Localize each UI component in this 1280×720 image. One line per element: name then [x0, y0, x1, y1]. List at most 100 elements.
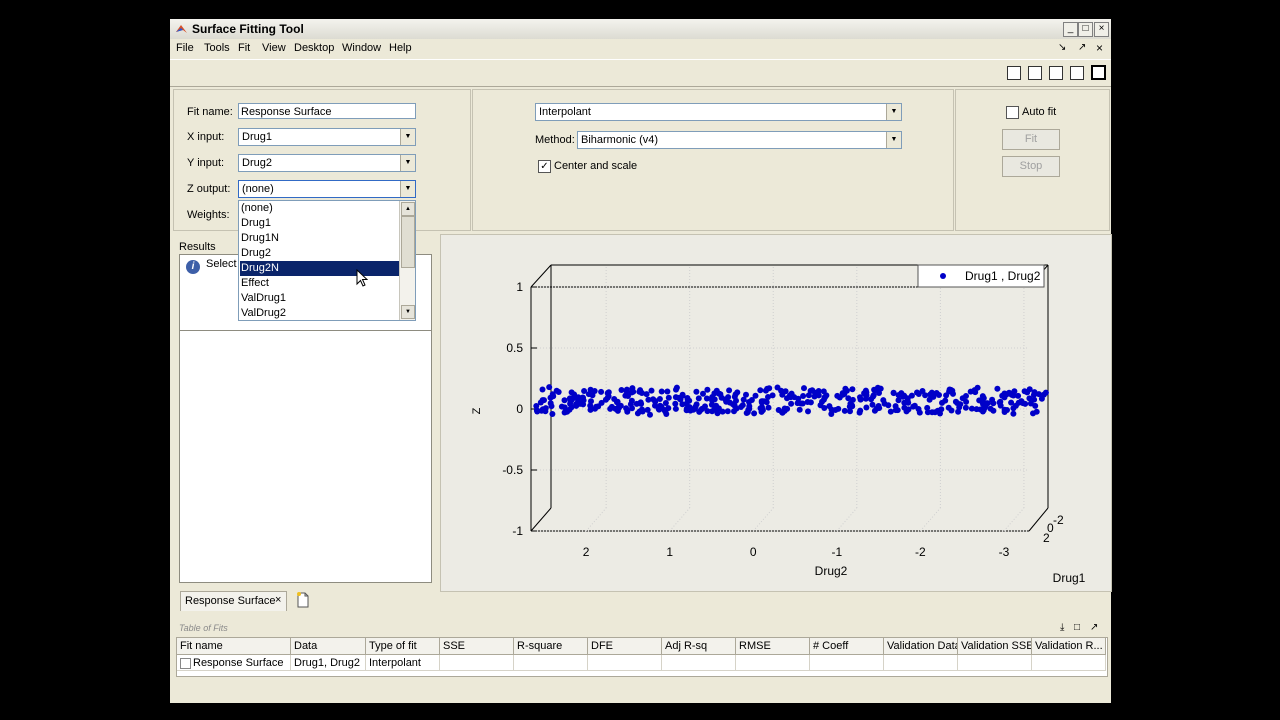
dropdown-option[interactable]: (none)	[240, 201, 401, 216]
auto-fit-checkbox[interactable]	[1006, 106, 1019, 119]
scatter-point	[1032, 402, 1039, 409]
x-tick-label: 2	[583, 545, 590, 559]
scatter-point	[788, 400, 795, 407]
chevron-down-icon[interactable]: ▼	[400, 155, 415, 171]
menu-help[interactable]: Help	[389, 42, 412, 54]
legend-marker	[940, 273, 946, 279]
center-scale-checkbox[interactable]: ✓	[538, 160, 551, 173]
scatter-point	[726, 387, 733, 394]
menu-fit[interactable]: Fit	[238, 42, 250, 54]
table-undock-icon[interactable]: ↗	[1090, 622, 1098, 633]
chevron-down-icon[interactable]: ▼	[886, 104, 901, 120]
scatter-point	[588, 398, 594, 405]
scatter-point	[915, 406, 922, 412]
scatter-point	[849, 396, 856, 403]
z-output-dropdown-list[interactable]: (none) Drug1 Drug1N Drug2 Drug2N Effect …	[238, 200, 416, 321]
column-header[interactable]: Validation SSE	[958, 638, 1032, 655]
fit-name-input[interactable]: Response Surface	[238, 103, 416, 119]
z-tick-label: -0.5	[502, 463, 523, 477]
tab-response-surface[interactable]: Response Surface ×	[180, 591, 287, 611]
scatter-point	[550, 393, 557, 400]
dropdown-scrollbar[interactable]: ▲ ▼	[399, 201, 415, 320]
chevron-down-icon[interactable]: ▼	[886, 132, 901, 148]
menu-tools[interactable]: Tools	[204, 42, 230, 54]
scatter-point	[959, 395, 966, 402]
stop-button[interactable]: Stop	[1002, 156, 1060, 177]
scatter-point	[553, 387, 560, 394]
scroll-up-icon[interactable]: ▲	[401, 202, 415, 216]
legend[interactable]: Drug1 , Drug2	[917, 264, 1045, 288]
method-select[interactable]: Biharmonic (v4) ▼	[577, 131, 902, 149]
scatter-point	[734, 389, 741, 396]
maximize-button[interactable]: □	[1078, 22, 1093, 37]
fit-type-select[interactable]: Interpolant ▼	[535, 103, 902, 121]
scatter-point	[636, 408, 643, 415]
scatter-plot-3d[interactable]: 1 0.5 0 -0.5 -1 2 1 0 -1 -2 -3 -202 Z Drug2 Drug1…	[441, 235, 1111, 591]
tile-grid-icon[interactable]	[1007, 66, 1021, 80]
fit-button[interactable]: Fit	[1002, 129, 1060, 150]
title-bar[interactable]: Surface Fitting Tool _ □ ×	[170, 19, 1111, 40]
column-header[interactable]: R-square	[514, 638, 588, 655]
scatter-point	[908, 392, 915, 399]
column-header[interactable]: Validation R...	[1032, 638, 1106, 655]
dropdown-option[interactable]: ValDrug2	[240, 306, 401, 321]
scatter-point	[900, 393, 906, 400]
scatter-point	[919, 388, 926, 394]
scatter-point	[796, 406, 803, 413]
z-output-select[interactable]: (none) ▼	[238, 180, 416, 198]
column-header[interactable]: Adj R-sq	[662, 638, 736, 655]
column-header[interactable]: Validation Data	[884, 638, 958, 655]
scatter-point	[675, 394, 682, 401]
column-header[interactable]: Type of fit	[366, 638, 440, 655]
column-header[interactable]: SSE	[440, 638, 514, 655]
chevron-down-icon[interactable]: ▼	[400, 181, 415, 197]
scatter-point	[625, 393, 631, 399]
menu-file[interactable]: File	[176, 42, 194, 54]
tab-close-icon[interactable]: ×	[275, 594, 281, 606]
new-fit-icon[interactable]	[296, 592, 310, 608]
scatter-point	[807, 399, 814, 406]
column-header[interactable]: Fit name	[177, 638, 291, 655]
dropdown-option[interactable]: Drug1N	[240, 231, 401, 246]
menu-view[interactable]: View	[262, 42, 286, 54]
dropdown-option-highlighted[interactable]: Drug2N	[240, 261, 401, 276]
tile-rows-icon[interactable]	[1049, 66, 1063, 80]
table-maximize-icon[interactable]: □	[1074, 622, 1080, 633]
menu-close-icon[interactable]: ×	[1096, 41, 1103, 55]
y-input-select[interactable]: Drug2 ▼	[238, 154, 416, 172]
menu-desktop[interactable]: Desktop	[294, 42, 334, 54]
minimize-button[interactable]: _	[1063, 22, 1078, 37]
dock-arrow-icon[interactable]: ↘	[1058, 42, 1066, 53]
scatter-point	[733, 397, 739, 404]
scatter-point	[887, 408, 894, 415]
column-header[interactable]: # Coeff	[810, 638, 884, 655]
x-input-select[interactable]: Drug1 ▼	[238, 128, 416, 146]
scatter-point	[629, 405, 635, 412]
column-header[interactable]: Data	[291, 638, 366, 655]
column-header[interactable]: DFE	[588, 638, 662, 655]
dropdown-option[interactable]: Drug2	[240, 246, 401, 261]
scatter-point	[616, 403, 622, 410]
row-select-checkbox[interactable]	[180, 658, 191, 669]
scatter-point	[839, 390, 846, 397]
chevron-down-icon[interactable]: ▼	[400, 129, 415, 145]
fit-name-label: Fit name:	[187, 106, 233, 118]
dock-down-icon[interactable]: ⤓	[1060, 622, 1064, 633]
menu-window[interactable]: Window	[342, 42, 381, 54]
close-button[interactable]: ×	[1094, 22, 1109, 37]
table-header-bar: Table of Fits ⤓ □ ↗	[176, 622, 1106, 636]
scatter-point	[579, 394, 586, 401]
dropdown-option[interactable]: ValDrug1	[240, 291, 401, 306]
column-header[interactable]: RMSE	[736, 638, 810, 655]
dropdown-option[interactable]: Drug1	[240, 216, 401, 231]
scatter-point	[974, 384, 981, 391]
scroll-down-icon[interactable]: ▼	[401, 305, 415, 319]
dropdown-option[interactable]: Effect	[240, 276, 401, 291]
scatter-point	[650, 396, 657, 403]
undock-arrow-icon[interactable]: ↗	[1078, 42, 1086, 53]
scroll-thumb[interactable]	[401, 216, 415, 268]
tile-columns-icon[interactable]	[1028, 66, 1042, 80]
float-windows-icon[interactable]	[1070, 66, 1084, 80]
maximize-plot-icon[interactable]	[1091, 65, 1106, 80]
scatter-point	[593, 403, 600, 410]
